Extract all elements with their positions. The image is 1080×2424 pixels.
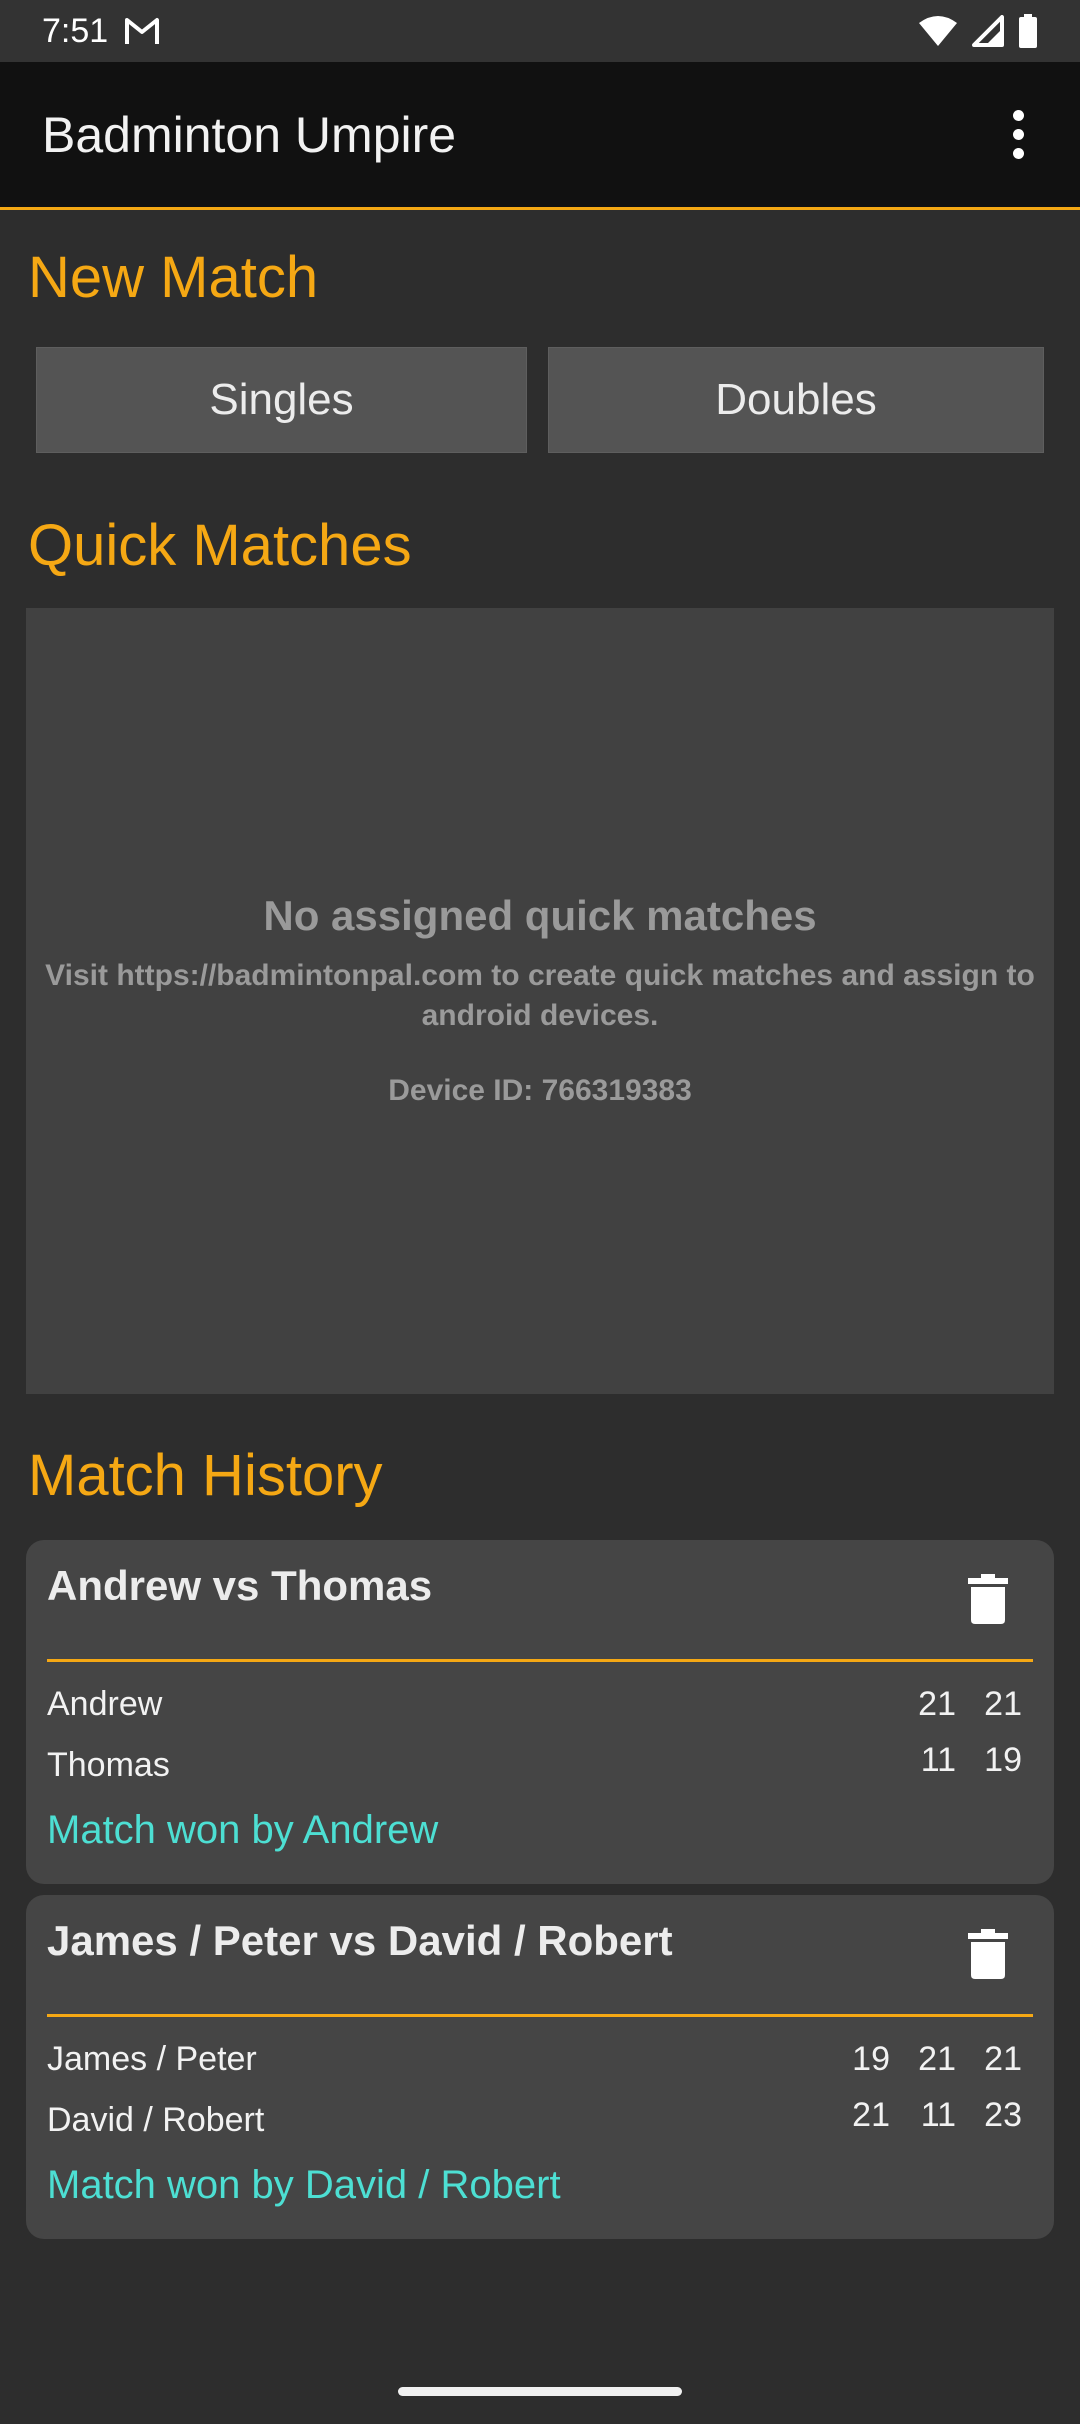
status-time: 7:51 [42, 11, 109, 50]
wifi-icon [919, 16, 957, 46]
match-result: Match won by David / Robert [47, 2163, 561, 2207]
app-bar: Badminton Umpire [0, 62, 1080, 210]
player-name: David / Robert [47, 2101, 265, 2139]
home-indicator[interactable] [398, 2387, 682, 2396]
player-name: Andrew [47, 1685, 163, 1723]
match-result: Match won by Andrew [47, 1808, 439, 1852]
match-title: James / Peter vs David / Robert [47, 1917, 673, 1964]
more-vert-icon[interactable] [998, 105, 1038, 165]
status-icons [918, 14, 1038, 48]
app-title: Badminton Umpire [42, 106, 457, 163]
delete-icon[interactable] [968, 1574, 1008, 1624]
card-divider [47, 1659, 1033, 1662]
game-score: 19 [984, 1741, 1022, 1779]
new-match-heading: New Match [28, 245, 319, 310]
match-card[interactable]: Andrew vs Thomas Andrew 21 21 Thomas 11 … [26, 1540, 1054, 1884]
match-history-heading: Match History [28, 1443, 383, 1508]
gmail-icon [125, 18, 160, 44]
game-score: 21 [852, 2096, 890, 2134]
signal-icon [972, 15, 1004, 47]
game-score: 11 [920, 2096, 956, 2134]
player-scores: 21 21 [914, 1685, 1022, 1724]
quick-matches-empty-heading: No assigned quick matches [263, 892, 817, 939]
card-divider [47, 2014, 1033, 2017]
status-bar: 7:51 [0, 0, 1080, 62]
player-name: James / Peter [47, 2040, 257, 2078]
player-name: Thomas [47, 1746, 170, 1784]
match-title: Andrew vs Thomas [47, 1562, 433, 1609]
game-score: 19 [852, 2040, 890, 2078]
player-scores: 19 21 21 [848, 2040, 1022, 2079]
player-scores: 21 11 23 [848, 2096, 1022, 2135]
game-score: 21 [984, 1685, 1022, 1723]
battery-icon [1019, 14, 1037, 48]
game-score: 11 [920, 1741, 956, 1779]
quick-matches-panel: No assigned quick matches Visit https://… [26, 608, 1054, 1394]
game-score: 21 [984, 2040, 1022, 2078]
player-scores: 11 19 [914, 1741, 1022, 1780]
doubles-button[interactable]: Doubles [548, 347, 1044, 453]
quick-matches-heading: Quick Matches [28, 513, 412, 578]
delete-icon[interactable] [968, 1929, 1008, 1979]
quick-matches-empty-body: Visit https://badmintonpal.com to create… [45, 959, 1035, 1032]
device-id: Device ID: 766319383 [388, 1074, 692, 1107]
game-score: 23 [984, 2096, 1022, 2134]
game-score: 21 [918, 2040, 956, 2078]
game-score: 21 [918, 1685, 956, 1723]
singles-button[interactable]: Singles [36, 347, 527, 453]
match-card[interactable]: James / Peter vs David / Robert James / … [26, 1895, 1054, 2239]
